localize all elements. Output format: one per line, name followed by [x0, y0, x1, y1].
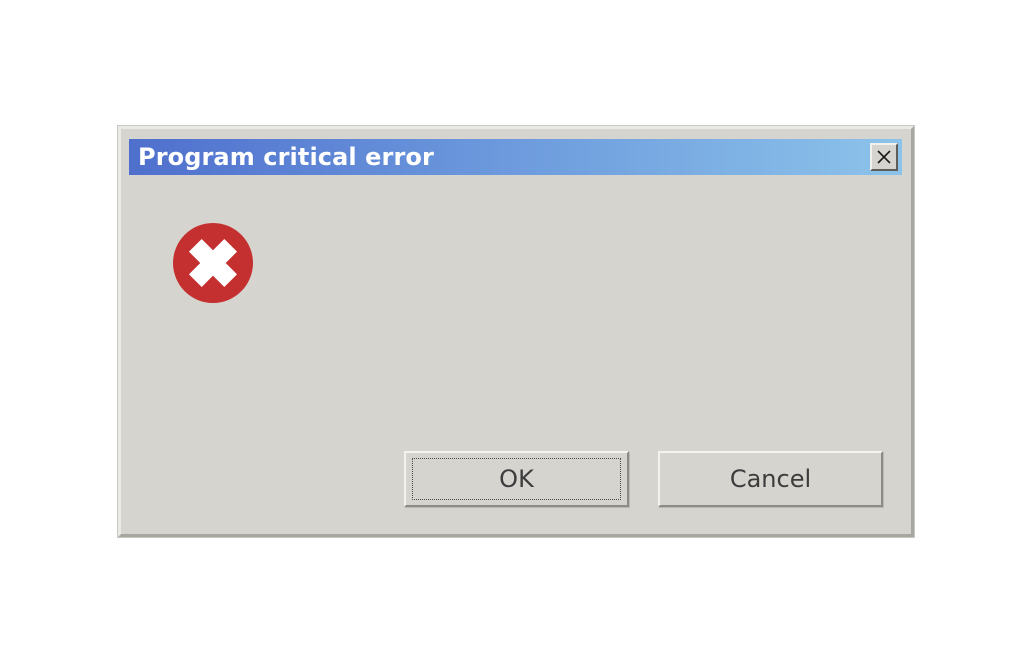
dialog-titlebar[interactable]: Program critical error	[129, 139, 902, 175]
close-icon	[877, 150, 891, 164]
cancel-button[interactable]: Cancel	[658, 451, 883, 507]
close-button[interactable]	[870, 143, 898, 171]
error-x-icon	[173, 223, 253, 303]
error-dialog: Program critical error OK Cancel	[118, 126, 914, 537]
ok-button-label: OK	[499, 465, 534, 493]
cancel-button-label: Cancel	[729, 465, 812, 493]
dialog-title: Program critical error	[138, 143, 434, 171]
ok-button[interactable]: OK	[404, 451, 629, 507]
